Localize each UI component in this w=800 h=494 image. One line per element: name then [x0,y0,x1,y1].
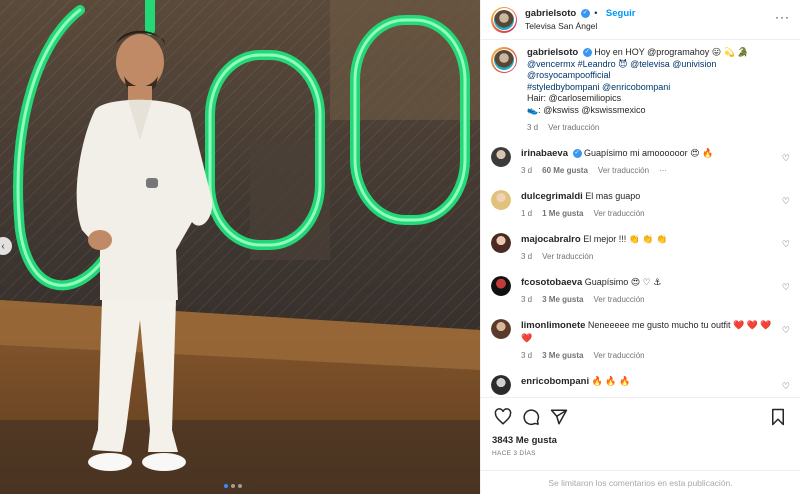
comment-time: 3 d [521,350,533,360]
avatar[interactable] [491,189,511,210]
carousel-dot [231,484,235,488]
bookmark-icon[interactable] [767,406,789,428]
comment-likes[interactable]: 60 Me gusta [542,166,588,176]
follow-button[interactable]: Seguir [606,8,636,19]
separator: • [594,7,598,18]
avatar[interactable] [491,6,517,33]
avatar[interactable] [491,318,511,339]
comment-username[interactable]: fcosotobaeva [521,277,582,288]
post-sidebar: gabrielsoto ✓ • Seguir Televisa San Ánge… [480,0,800,494]
comment-text: El mejor !!! 👏 👏 👏 [583,233,668,244]
comment-likes[interactable]: 3 Me gusta [542,351,583,361]
comment-item: majocabralro El mejor !!! 👏 👏 👏 3 d Ver … [491,232,790,262]
avatar[interactable] [491,47,517,73]
caption-line: Hoy en HOY @programahoy 😛 💫 🐊 [594,47,749,57]
comment-time: 3 d [521,165,533,175]
avatar[interactable] [491,146,511,167]
post-image[interactable]: ‹ [0,0,480,494]
caption-line[interactable]: #styledbybompani @enricobompani [527,82,670,92]
translate-link[interactable]: Ver traducción [542,252,593,262]
caption-line[interactable]: @vencermx #Leandro 😈 @televisa @univisio… [527,59,716,69]
comment-username[interactable]: majocabralro [521,234,581,245]
heart-icon[interactable]: ♡ [782,196,790,207]
heart-icon[interactable]: ♡ [782,282,790,293]
verified-icon: ✓ [582,48,592,58]
post-actions [481,397,800,435]
heart-icon[interactable] [492,406,514,428]
heart-icon[interactable]: ♡ [782,153,790,164]
photo-illustration [0,0,480,494]
avatar[interactable] [491,374,511,395]
comment-username[interactable]: enricobompani [521,376,589,387]
comment-time: 3 d [521,294,533,304]
comment-username[interactable]: limonlimonete [521,320,585,331]
caption: gabrielsoto ✓ Hoy en HOY @programahoy 😛 … [491,44,790,133]
comment-username[interactable]: irinabaeva [521,148,568,159]
caption-line[interactable]: @rosyocampoofficial [527,70,611,80]
comment-time: 3 d [521,251,533,261]
comment-icon[interactable] [520,406,542,428]
verified-icon: ✓ [572,148,582,158]
caption-line: Hair: @carlosemiliopics [527,93,622,104]
carousel-dot [238,484,242,488]
comment-username[interactable]: dulcegrimaldi [521,191,583,202]
verified-icon: ✓ [580,8,590,18]
avatar[interactable] [491,275,511,296]
comments-list[interactable]: gabrielsoto ✓ Hoy en HOY @programahoy 😛 … [481,40,800,397]
caption-line: 👟: @kswiss @kswissmexico [527,104,646,115]
translate-link[interactable]: Ver traducción [548,123,599,133]
more-icon[interactable]: ··· [659,166,667,176]
comment-text: Guapísimo 😍 ♡ ⚓ [584,276,662,287]
carousel-dot [224,484,228,488]
carousel-dots [224,484,242,488]
comment-text: 🔥 🔥 🔥 [591,375,631,386]
post-timestamp: HACE 3 DÍAS [492,450,536,457]
translate-link[interactable]: Ver traducción [593,295,644,305]
heart-icon[interactable]: ♡ [782,325,790,336]
comment-item: enricobompani 🔥 🔥 🔥 ♡ [491,374,790,395]
caption-time: 3 d [527,122,539,132]
comment-item: dulcegrimaldi El mas guapo 1 d 1 Me gust… [491,189,790,219]
caption-username[interactable]: gabrielsoto [527,47,578,58]
comments-disabled-notice: Se limitaron los comentarios en esta pub… [481,470,800,494]
heart-icon[interactable]: ♡ [782,381,790,392]
translate-link[interactable]: Ver traducción [593,209,644,219]
translate-link[interactable]: Ver traducción [593,351,644,361]
avatar[interactable] [491,232,511,253]
comment-item: limonlimonete Neneeeee me gusto mucho tu… [491,318,790,361]
post-dialog: ‹ gabrielsoto ✓ • Seguir Televisa San Án… [0,0,800,494]
comment-time: 1 d [521,208,533,218]
post-header: gabrielsoto ✓ • Seguir Televisa San Ánge… [481,0,800,40]
likes-count[interactable]: 3843 Me gusta [492,435,557,446]
heart-icon[interactable]: ♡ [782,239,790,250]
comment-likes[interactable]: 3 Me gusta [542,295,583,305]
comment-text: El mas guapo [585,190,641,201]
more-icon[interactable]: ··· [775,10,790,24]
author-username[interactable]: gabrielsoto [525,8,576,19]
comment-item: fcosotobaeva Guapísimo 😍 ♡ ⚓ 3 d 3 Me gu… [491,275,790,305]
comment-item: irinabaeva ✓ Guapísimo mi amoooooor 😍 🔥 … [491,146,790,176]
share-icon[interactable] [548,406,570,428]
comment-text: Guapísimo mi amoooooor 😍 🔥 [584,147,714,158]
comment-likes[interactable]: 1 Me gusta [542,209,583,219]
location-link[interactable]: Televisa San Ángel [525,20,635,33]
translate-link[interactable]: Ver traducción [598,166,649,176]
